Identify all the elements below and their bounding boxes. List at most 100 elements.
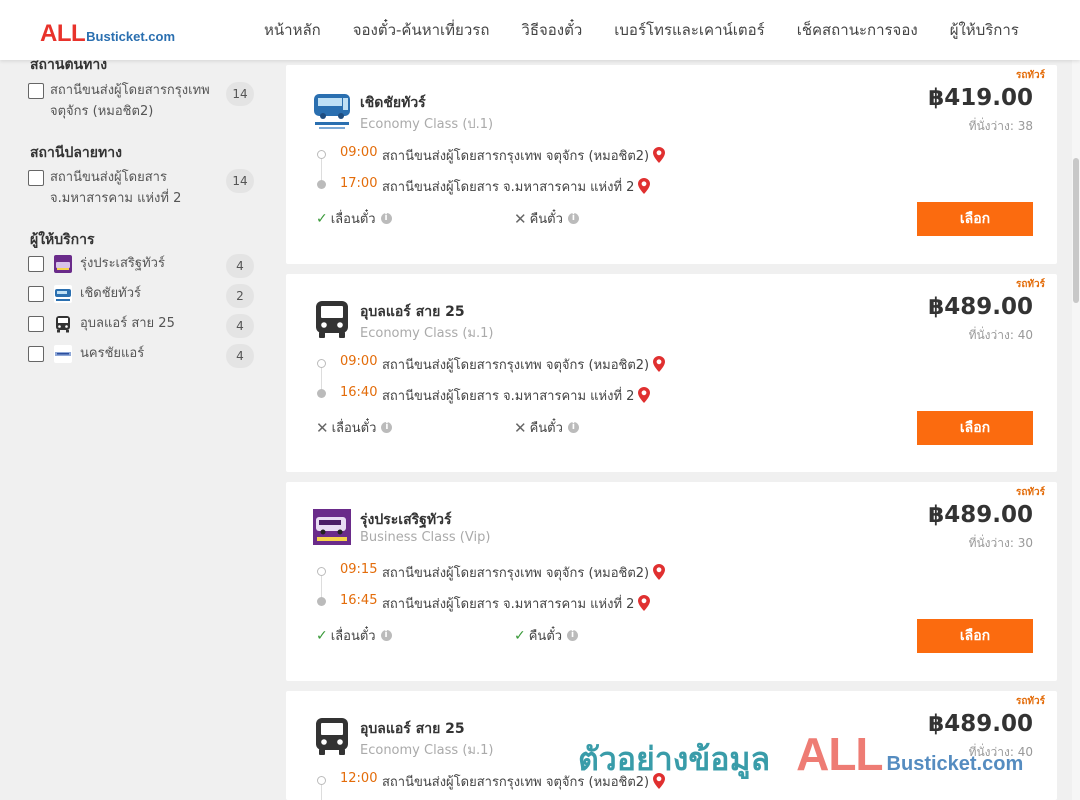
- arrival-dot: [317, 389, 326, 398]
- map-pin-icon[interactable]: [653, 773, 666, 789]
- rungprasert-logo-icon: [54, 255, 72, 273]
- operator-name: นครชัยแอร์: [80, 346, 145, 361]
- site-logo[interactable]: ALL Busticket.com: [40, 20, 175, 48]
- map-pin-icon[interactable]: [653, 356, 666, 372]
- departure-time: 09:00: [340, 145, 378, 160]
- operator-count: 4: [226, 254, 254, 278]
- postpone-policy: ✕ เลื่อนตั๋ว i: [316, 417, 393, 438]
- bus-icon: [56, 316, 70, 333]
- operator-filter-item[interactable]: เชิดชัยทัวร์ 2: [28, 284, 256, 308]
- arrival-time: 17:00: [340, 176, 378, 191]
- operator-name: อุบลแอร์ สาย 25: [360, 304, 465, 320]
- departure-time: 09:15: [340, 562, 378, 577]
- postpone-policy: ✓ เลื่อนตั๋ว i: [316, 625, 392, 646]
- select-trip-button[interactable]: เลือก: [917, 619, 1033, 653]
- departure-dot: [317, 567, 326, 576]
- info-icon[interactable]: i: [567, 422, 579, 433]
- origin-filter-label: สถานีขนส่งผู้โดยสารกรุงเทพ จตุจักร (หมอช…: [50, 83, 210, 119]
- departure-station: สถานีขนส่งผู้โดยสารกรุงเทพ จตุจักร (หมอช…: [382, 145, 666, 166]
- destination-filter-count: 14: [226, 169, 254, 193]
- operator-name: รุ่งประเสริฐทัวร์: [360, 512, 452, 528]
- main-nav: หน้าหลัก จองตั๋ว-ค้นหาเที่ยวรถ วิธีจองตั…: [248, 0, 1035, 60]
- nav-operators[interactable]: ผู้ให้บริการ: [950, 18, 1019, 42]
- scrollbar-thumb[interactable]: [1073, 158, 1079, 303]
- operator-name: อุบลแอร์ สาย 25: [360, 721, 465, 737]
- trip-price: ฿489.00: [928, 294, 1033, 320]
- info-icon[interactable]: i: [567, 213, 579, 224]
- info-icon[interactable]: i: [380, 213, 392, 224]
- cross-icon: ✕: [514, 418, 527, 437]
- bus-class: Economy Class (ป.1): [360, 117, 494, 132]
- logo-all-text: ALL: [40, 20, 86, 47]
- operator-filter-title: ผู้ให้บริการ: [30, 232, 95, 248]
- departure-time: 09:00: [340, 354, 378, 369]
- operator-checkbox[interactable]: [28, 256, 44, 272]
- nakhonchai-logo-icon: [54, 345, 72, 363]
- info-icon[interactable]: i: [381, 422, 393, 433]
- origin-filter-item[interactable]: สถานีขนส่งผู้โดยสารกรุงเทพ จตุจักร (หมอช…: [28, 82, 256, 122]
- map-pin-icon[interactable]: [653, 147, 666, 163]
- operator-name: เชิดชัยทัวร์: [360, 95, 426, 111]
- operator-checkbox[interactable]: [28, 346, 44, 362]
- select-trip-button[interactable]: เลือก: [917, 202, 1033, 236]
- operator-count: 4: [226, 344, 254, 368]
- nav-home[interactable]: หน้าหลัก: [264, 18, 321, 42]
- nav-book-search[interactable]: จองตั๋ว-ค้นหาเที่ยวรถ: [353, 18, 490, 42]
- cherdchai-logo-icon: [54, 285, 72, 303]
- seats-available: ที่นั่งว่าง: 30: [968, 536, 1033, 550]
- trip-price: ฿489.00: [928, 502, 1033, 528]
- departure-station: สถานีขนส่งผู้โดยสารกรุงเทพ จตุจักร (หมอช…: [382, 562, 666, 583]
- trip-card: รถทัวร์ อุบลแอร์ สาย 25 Economy Class (ม…: [286, 274, 1057, 472]
- seats-available: ที่นั่งว่าง: 40: [968, 328, 1033, 342]
- refund-policy: ✕ คืนตั๋ว i: [514, 208, 579, 229]
- check-icon: ✓: [514, 627, 526, 644]
- operator-count: 2: [226, 284, 254, 308]
- operator-checkbox[interactable]: [28, 316, 44, 332]
- postpone-policy: ✓ เลื่อนตั๋ว i: [316, 208, 392, 229]
- operator-name: รุ่งประเสริฐทัวร์: [80, 256, 165, 271]
- nav-how-to-book[interactable]: วิธีจองตั๋ว: [521, 18, 582, 42]
- trip-price: ฿419.00: [928, 85, 1033, 111]
- bus-class: Business Class (Vip): [360, 530, 491, 545]
- map-pin-icon[interactable]: [638, 595, 651, 611]
- bus-icon: [316, 718, 348, 755]
- map-pin-icon[interactable]: [653, 564, 666, 580]
- trip-card: รถทัวร์ เชิดชัยทัวร์ Economy Class (ป.1)…: [286, 65, 1057, 264]
- operator-count: 4: [226, 314, 254, 338]
- arrival-station: สถานีขนส่งผู้โดยสาร จ.มหาสารคาม แห่งที่ …: [382, 176, 651, 197]
- destination-filter-item[interactable]: สถานีขนส่งผู้โดยสาร จ.มหาสารคาม แห่งที่ …: [28, 169, 256, 209]
- departure-station: สถานีขนส่งผู้โดยสารกรุงเทพ จตุจักร (หมอช…: [382, 771, 666, 792]
- check-icon: ✓: [316, 627, 328, 644]
- map-pin-icon[interactable]: [638, 387, 651, 403]
- logo-domain-text: Busticket.com: [86, 29, 176, 44]
- origin-filter-count: 14: [226, 82, 254, 106]
- nav-check-booking[interactable]: เช็คสถานะการจอง: [797, 18, 918, 42]
- site-header: ALL Busticket.com หน้าหลัก จองตั๋ว-ค้นหา…: [0, 0, 1080, 60]
- departure-time: 12:00: [340, 771, 378, 786]
- info-icon[interactable]: i: [380, 630, 392, 641]
- select-trip-button[interactable]: เลือก: [917, 411, 1033, 445]
- refund-policy: ✕ คืนตั๋ว i: [514, 417, 579, 438]
- page-scrollbar[interactable]: [1072, 60, 1080, 800]
- map-pin-icon[interactable]: [638, 178, 651, 194]
- operator-filter-item[interactable]: รุ่งประเสริฐทัวร์ 4: [28, 254, 256, 278]
- info-icon[interactable]: i: [567, 630, 579, 641]
- trip-price: ฿489.00: [928, 711, 1033, 737]
- cross-icon: ✕: [514, 209, 527, 228]
- operator-checkbox[interactable]: [28, 286, 44, 302]
- check-icon: ✓: [316, 210, 328, 227]
- operator-filter-item[interactable]: อุบลแอร์ สาย 25 4: [28, 314, 256, 338]
- destination-checkbox[interactable]: [28, 170, 44, 186]
- nav-phone-counter[interactable]: เบอร์โทรและเคาน์เตอร์: [614, 18, 764, 42]
- arrival-station: สถานีขนส่งผู้โดยสาร จ.มหาสารคาม แห่งที่ …: [382, 593, 651, 614]
- origin-checkbox[interactable]: [28, 83, 44, 99]
- arrival-station: สถานีขนส่งผู้โดยสาร จ.มหาสารคาม แห่งที่ …: [382, 385, 651, 406]
- operator-filter-item[interactable]: นครชัยแอร์ 4: [28, 344, 256, 368]
- timeline-line: [321, 783, 322, 800]
- arrival-time: 16:45: [340, 593, 378, 608]
- rungprasert-logo-icon: [313, 509, 351, 545]
- refund-policy: ✓ คืนตั๋ว i: [514, 625, 579, 646]
- departure-station: สถานีขนส่งผู้โดยสารกรุงเทพ จตุจักร (หมอช…: [382, 354, 666, 375]
- trip-card: รถทัวร์ รุ่งประเสริฐทัวร์ Business Class…: [286, 482, 1057, 681]
- vehicle-tag: รถทัวร์: [1015, 279, 1045, 290]
